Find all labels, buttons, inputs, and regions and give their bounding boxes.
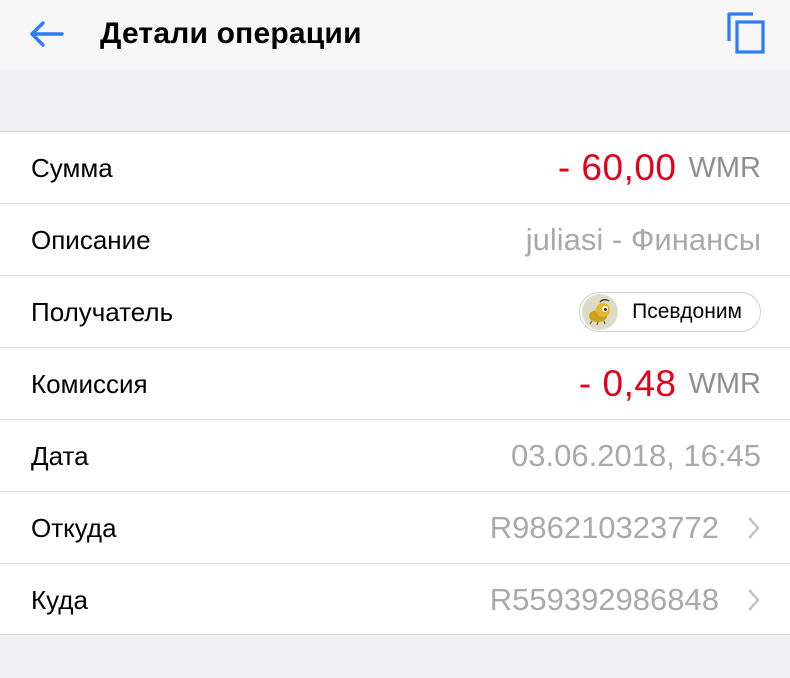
recipient-pseudonym-chip[interactable]: Псевдоним xyxy=(579,292,761,332)
description-label: Описание xyxy=(31,224,151,255)
from-purse-value: R986210323772 xyxy=(489,510,719,545)
page-title: Детали операции xyxy=(100,17,362,50)
chevron-right-icon xyxy=(747,588,761,612)
commission-value: - 0,48 xyxy=(578,363,677,404)
navigation-bar: Детали операции xyxy=(0,0,790,70)
amount-label: Сумма xyxy=(31,152,113,183)
operation-details-list: Сумма - 60,00 WMR Описание juliasi - Фин… xyxy=(0,131,790,635)
recipient-label: Получатель xyxy=(31,296,174,327)
to-purse-value: R559392986848 xyxy=(489,582,719,617)
commission-row: Комиссия - 0,48 WMR xyxy=(0,348,790,420)
webmoney-bug-avatar-icon xyxy=(582,294,619,330)
recipient-row: Получатель Псевдоним xyxy=(0,276,790,348)
to-purse-row[interactable]: Куда R559392986848 xyxy=(0,564,790,636)
amount-value: - 60,00 xyxy=(557,147,677,188)
chevron-right-icon xyxy=(747,516,761,540)
date-value: 03.06.2018, 16:45 xyxy=(511,438,761,473)
from-purse-row[interactable]: Откуда R986210323772 xyxy=(0,492,790,564)
date-row: Дата 03.06.2018, 16:45 xyxy=(0,420,790,492)
commission-currency: WMR xyxy=(688,367,761,400)
copy-icon xyxy=(727,12,765,54)
description-value: juliasi - Финансы xyxy=(525,222,761,257)
recipient-pseudonym-text: Псевдоним xyxy=(632,300,742,323)
from-purse-label: Откуда xyxy=(31,512,117,543)
date-label: Дата xyxy=(31,440,89,471)
back-arrow-icon xyxy=(30,21,64,47)
description-row: Описание juliasi - Финансы xyxy=(0,204,790,276)
to-purse-label: Куда xyxy=(31,584,88,615)
back-button[interactable] xyxy=(26,14,66,54)
amount-currency: WMR xyxy=(688,151,761,184)
commission-label: Комиссия xyxy=(31,368,148,399)
amount-row: Сумма - 60,00 WMR xyxy=(0,132,790,204)
copy-button[interactable] xyxy=(724,10,768,56)
